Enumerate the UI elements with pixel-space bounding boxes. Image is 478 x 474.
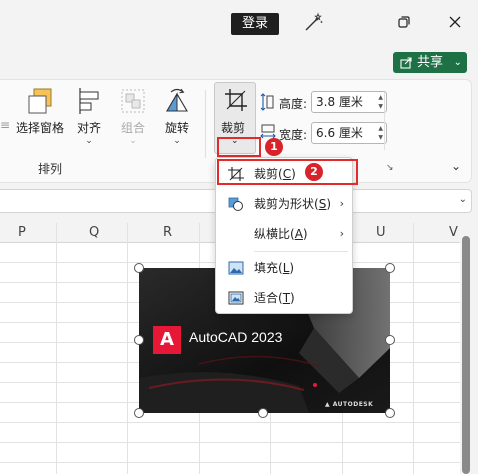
- column-header[interactable]: Q: [89, 225, 99, 240]
- share-label: 共享: [417, 55, 444, 70]
- spinner-icon[interactable]: ▲ ▼: [378, 124, 383, 142]
- column-header[interactable]: V: [449, 225, 458, 240]
- resize-handle[interactable]: [385, 408, 395, 418]
- column-header[interactable]: U: [376, 225, 386, 240]
- resize-handle[interactable]: [258, 408, 268, 418]
- height-input[interactable]: 3.8 厘米 ▲ ▼: [311, 91, 387, 113]
- rotate-label: 旋转: [164, 121, 189, 135]
- align-label: 对齐: [76, 121, 101, 135]
- selection-pane-button[interactable]: 选择窗格: [14, 86, 66, 136]
- highlight-box: [217, 159, 358, 185]
- vertical-scrollbar[interactable]: [462, 236, 470, 474]
- resize-handle[interactable]: [134, 335, 144, 345]
- align-icon: [79, 88, 99, 114]
- selection-pane-label: 选择窗格: [15, 121, 64, 135]
- menu-item-crop-to-shape[interactable]: 裁剪为形状(S) ›: [216, 191, 354, 217]
- chevron-right-icon: ›: [339, 197, 344, 210]
- width-label: 宽度:: [279, 128, 308, 142]
- highlight-box: [217, 137, 261, 157]
- crop-label: 裁剪: [221, 121, 246, 135]
- resize-handle[interactable]: [385, 263, 395, 273]
- fill-icon: [228, 261, 244, 275]
- fit-icon: [228, 291, 244, 305]
- restore-icon[interactable]: [396, 14, 412, 30]
- group-label: 组合: [120, 121, 145, 135]
- shape-height-icon: [260, 93, 274, 111]
- grid-line: [413, 223, 414, 474]
- menu-item-aspect-ratio[interactable]: 纵横比(A) ›: [216, 221, 354, 247]
- login-button[interactable]: 登录: [231, 13, 279, 35]
- chevron-down-icon: ⌄: [85, 136, 93, 146]
- menu-item-fill[interactable]: 填充(L): [216, 255, 354, 281]
- grid-line: [127, 223, 128, 474]
- chevron-down-icon: ⌄: [173, 136, 181, 146]
- chevron-down-icon: ⌄: [129, 136, 137, 146]
- column-header[interactable]: R: [163, 225, 172, 240]
- align-button[interactable]: 对齐 ⌄: [72, 86, 106, 146]
- grid-line: [0, 442, 460, 443]
- bring-forward-partial[interactable]: ≡: [0, 118, 10, 132]
- close-icon[interactable]: [447, 14, 463, 30]
- grid-line: [0, 462, 460, 463]
- autocad-logo: A: [153, 326, 181, 354]
- title-bar: 登录: [0, 0, 478, 46]
- rotate-button[interactable]: 旋转 ⌄: [158, 86, 196, 146]
- crop-to-shape-icon: [228, 197, 243, 211]
- picture-title: AutoCAD 2023: [189, 329, 283, 345]
- resize-handle[interactable]: [134, 263, 144, 273]
- chevron-down-icon[interactable]: ⌄: [454, 52, 462, 73]
- magic-wand-icon[interactable]: [302, 12, 324, 34]
- autodesk-brand: ▲ AUTODESK: [325, 401, 374, 408]
- group-icon: [121, 89, 145, 113]
- arrange-group-label: 排列: [38, 162, 63, 176]
- menu-item-fit[interactable]: 适合(T): [216, 285, 354, 311]
- expand-formula-bar-icon[interactable]: ⌄: [459, 194, 467, 205]
- chevron-right-icon: ›: [339, 227, 344, 240]
- column-header[interactable]: P: [18, 225, 26, 240]
- rotate-icon: [166, 88, 188, 112]
- grid-line: [56, 223, 57, 474]
- spinner-icon[interactable]: ▲ ▼: [378, 93, 383, 111]
- menu-separator: [254, 251, 348, 252]
- shape-width-icon: [260, 124, 276, 139]
- height-label: 高度:: [279, 97, 308, 111]
- share-icon: [400, 57, 412, 69]
- group-divider: [384, 92, 385, 150]
- group-button[interactable]: 组合 ⌄: [114, 86, 152, 146]
- group-divider: [205, 90, 206, 158]
- width-input[interactable]: 6.6 厘米 ▲ ▼: [311, 122, 387, 144]
- crop-icon: [225, 89, 247, 111]
- selection-pane-icon: [28, 88, 52, 114]
- share-button[interactable]: 共享 ⌄: [393, 52, 467, 73]
- collapse-ribbon-icon[interactable]: ⌄: [451, 159, 461, 173]
- resize-handle[interactable]: [385, 335, 395, 345]
- resize-handle[interactable]: [134, 408, 144, 418]
- grid-line: [0, 422, 460, 423]
- step-badge-2: 2: [305, 163, 323, 181]
- dialog-launcher-icon[interactable]: ↘: [386, 163, 394, 173]
